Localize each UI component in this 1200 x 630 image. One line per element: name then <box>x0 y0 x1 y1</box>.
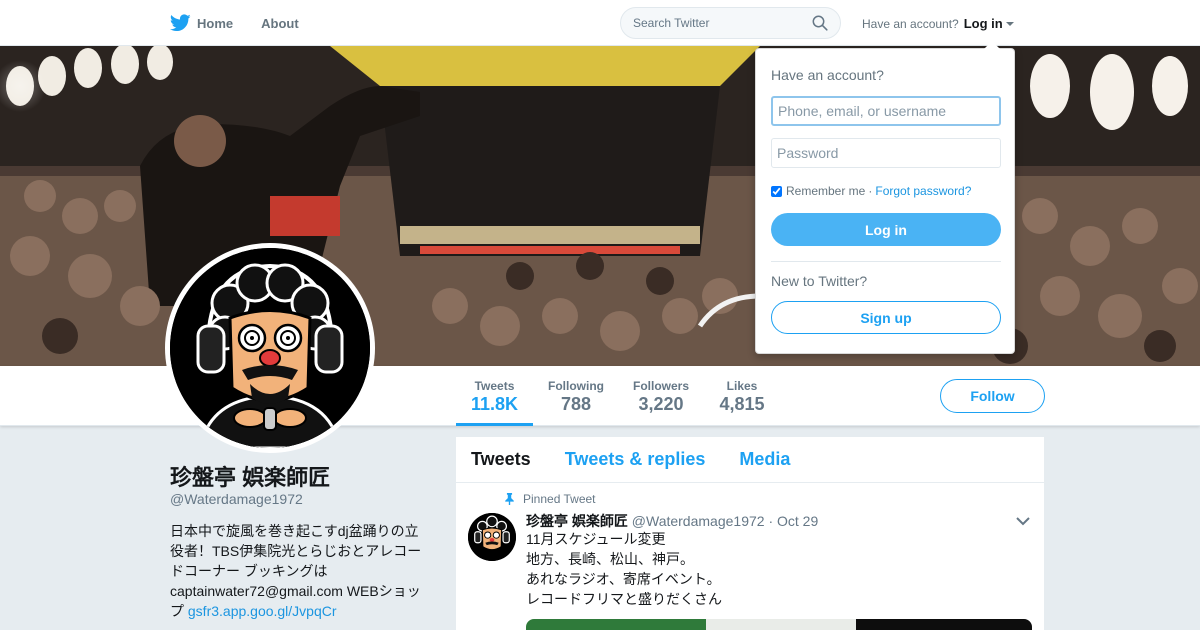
separator: · <box>868 184 873 198</box>
pinned-label: Pinned Tweet <box>504 492 596 506</box>
divider <box>771 261 1001 262</box>
tweet-line: レコードフリマと盛りだくさん <box>526 591 722 607</box>
nav-about-label: About <box>261 15 299 31</box>
tweet-line: 地方、長崎、松山、神戸。 <box>526 551 694 567</box>
stat-tweets[interactable]: Tweets 11.8K <box>456 366 533 426</box>
follow-button[interactable]: Follow <box>940 379 1045 413</box>
login-dropdown: Have an account? Remember me · Forgot pa… <box>755 41 1015 354</box>
stat-following[interactable]: Following 788 <box>540 366 612 426</box>
stat-label: Following <box>548 379 604 393</box>
avatar-image <box>170 248 370 448</box>
tweet-author-name[interactable]: 珍盤亭 娯楽師匠 <box>526 513 628 529</box>
remember-row: Remember me · Forgot password? <box>771 184 971 198</box>
nav-home[interactable]: Home <box>170 14 233 32</box>
new-to-twitter-text: New to Twitter? <box>771 273 868 289</box>
tab-media[interactable]: Media <box>739 449 790 470</box>
forgot-password-link[interactable]: Forgot password? <box>875 184 971 198</box>
tweet-line: あれなラジオ、寄席イベント。 <box>526 571 721 587</box>
login-dropdown-title: Have an account? <box>771 67 884 83</box>
bio-line: ドコーナー ブッキングは <box>170 563 328 579</box>
magnifier-icon[interactable] <box>812 15 828 31</box>
chevron-down-icon[interactable] <box>1016 516 1030 526</box>
stat-value: 4,815 <box>719 394 765 414</box>
media-segment <box>856 619 1032 630</box>
nav-left: Home About <box>170 0 327 46</box>
bio-link[interactable]: gsfr3.app.goo.gl/JvpqCr <box>188 603 337 619</box>
pinned-text: Pinned Tweet <box>523 492 596 506</box>
search-input[interactable] <box>633 16 812 30</box>
account-prompt: Have an account? Log in <box>862 16 1014 31</box>
signup-button[interactable]: Sign up <box>771 301 1001 334</box>
bio-line: captainwater72@gmail.com WEBショッ <box>170 583 421 599</box>
stat-followers[interactable]: Followers 3,220 <box>626 366 696 426</box>
tweet-media-preview[interactable] <box>526 619 1032 630</box>
stat-label: Tweets <box>474 379 515 393</box>
timeline-tabs: Tweets Tweets & replies Media <box>456 437 1044 483</box>
nav-home-label: Home <box>197 15 234 31</box>
login-link-label: Log in <box>963 16 1003 31</box>
password-field[interactable] <box>771 138 1001 168</box>
bio-text: プ <box>170 603 184 619</box>
stat-value: 3,220 <box>638 394 684 414</box>
stat-value: 11.8K <box>470 394 519 414</box>
caret-down-icon <box>1005 21 1014 26</box>
tweet-separator: · <box>768 513 774 529</box>
top-nav-bar: Home About Have an account? Log in <box>0 0 1200 46</box>
profile-handle[interactable]: @Waterdamage1972 <box>170 491 303 507</box>
bio-line: 役者！TBS伊集院光とらじおとアレコー <box>170 543 422 559</box>
tweet-text: 11月スケジュール変更 地方、長崎、松山、神戸。 あれなラジオ、寄席イベント。 … <box>526 529 722 609</box>
tab-tweets-and-replies[interactable]: Tweets & replies <box>565 449 706 470</box>
stat-likes[interactable]: Likes 4,815 <box>712 366 772 426</box>
account-prompt-text: Have an account? <box>862 16 959 31</box>
bio-line: プ gsfr3.app.goo.gl/JvpqCr <box>170 601 430 621</box>
tweet-line: 11月スケジュール変更 <box>526 531 666 547</box>
login-button[interactable]: Log in <box>771 213 1001 246</box>
profile-name: 珍盤亭 娯楽師匠 <box>170 465 331 490</box>
stat-value: 788 <box>560 394 592 414</box>
tweet-header: 珍盤亭 娯楽師匠 @Waterdamage1972 · Oct 29 <box>526 511 818 531</box>
stat-label: Likes <box>726 379 758 393</box>
pin-icon <box>505 493 514 505</box>
bio-line: 日本中で旋風を巻き起こすdj盆踊りの立 <box>170 523 419 539</box>
nav-about[interactable]: About <box>261 16 299 31</box>
search-box <box>620 7 841 39</box>
tweet-date[interactable]: Oct 29 <box>777 513 818 529</box>
tab-tweets[interactable]: Tweets <box>471 449 531 470</box>
profile-avatar[interactable] <box>165 243 375 453</box>
remember-me-label: Remember me <box>786 184 866 198</box>
media-segment <box>526 619 706 630</box>
login-dropdown-toggle[interactable]: Log in <box>964 16 1014 31</box>
twitter-bird-icon <box>170 14 191 32</box>
timeline: Tweets Tweets & replies Media Pinned Twe… <box>456 437 1044 630</box>
remember-me-checkbox[interactable] <box>771 185 782 197</box>
tweet-author-handle[interactable]: @Waterdamage1972 <box>632 513 765 529</box>
tweet-avatar[interactable] <box>468 513 516 561</box>
profile-bio: 日本中で旋風を巻き起こすdj盆踊りの立 役者！TBS伊集院光とらじおとアレコー … <box>170 521 430 621</box>
username-field[interactable] <box>771 96 1001 126</box>
stat-label: Followers <box>632 379 689 393</box>
media-segment <box>706 619 856 630</box>
